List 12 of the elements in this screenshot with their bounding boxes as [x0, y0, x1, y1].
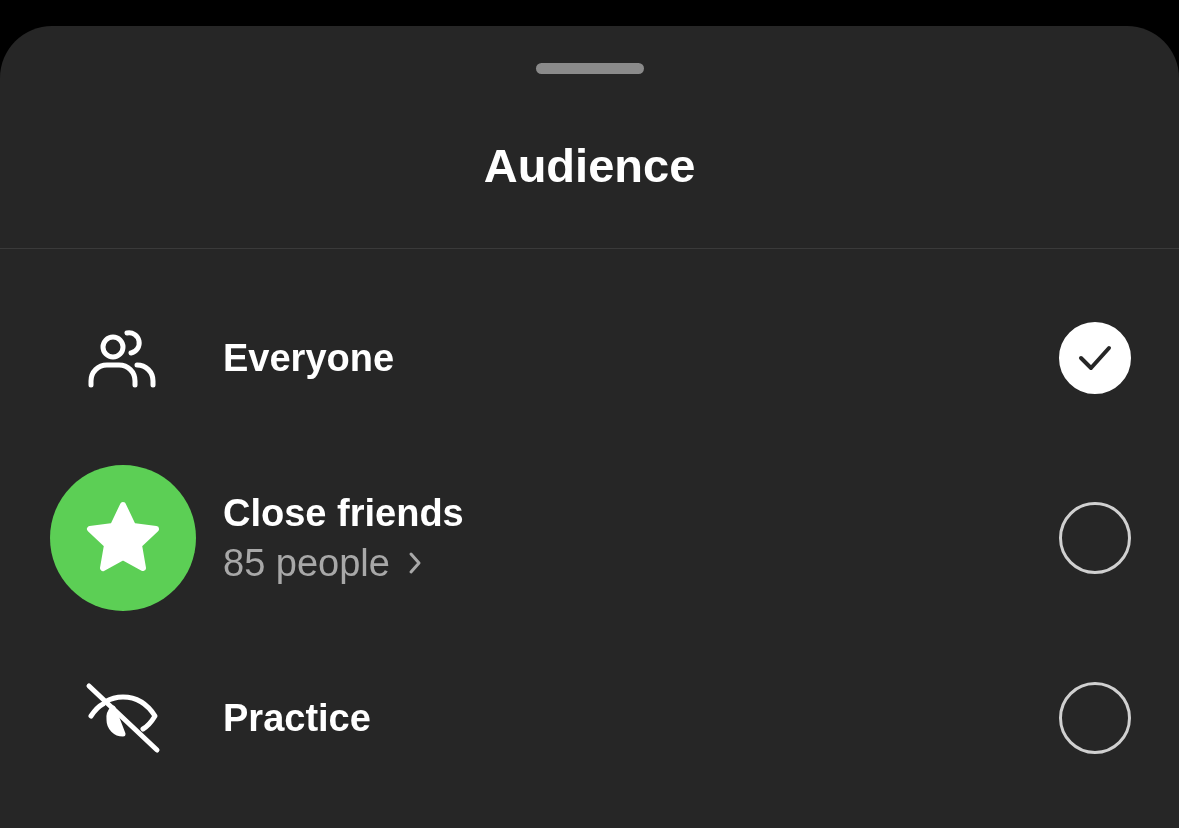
chevron-icon [407, 551, 422, 575]
eye-slash-icon [85, 682, 161, 754]
option-label: Everyone [223, 336, 396, 381]
radio-button[interactable] [1059, 682, 1131, 754]
radio-button[interactable] [1059, 502, 1131, 574]
people-icon [87, 327, 159, 389]
people-count-link[interactable]: 85 people [223, 540, 390, 586]
sheet-title: Audience [483, 138, 696, 194]
drag-handle[interactable] [535, 63, 644, 74]
option-label: Practice [223, 696, 372, 741]
check-icon [1078, 345, 1112, 371]
option-label: Close friends [223, 491, 465, 536]
